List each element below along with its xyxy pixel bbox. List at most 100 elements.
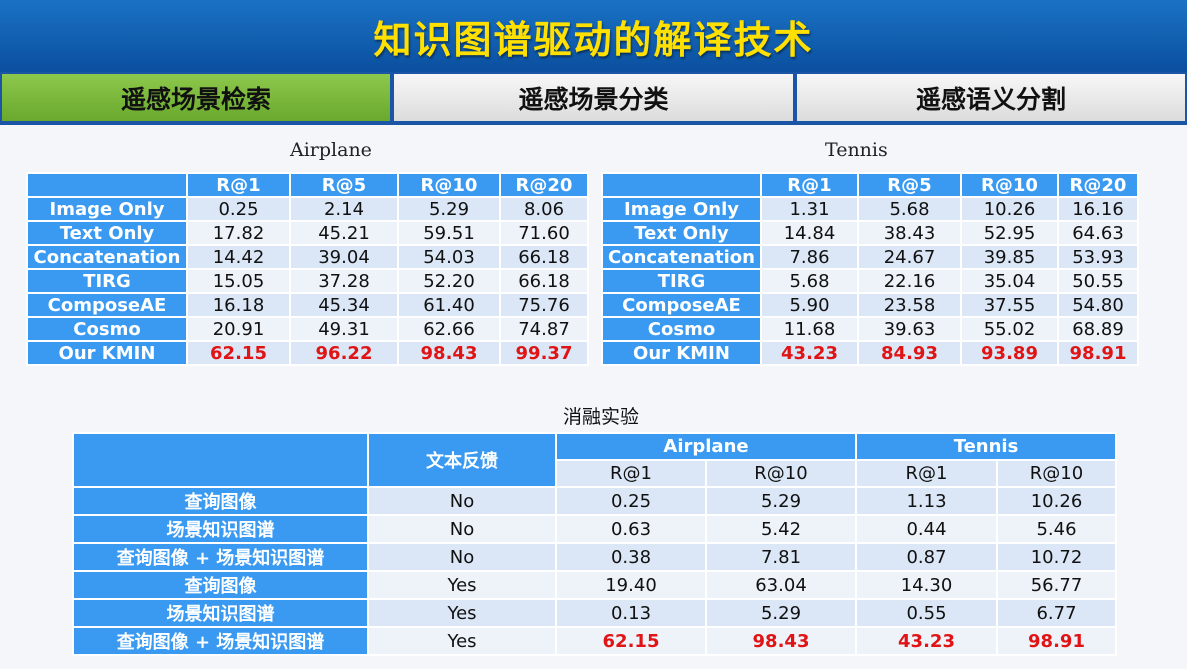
feedback-cell: No [369,544,555,570]
table-row: Our KMIN 43.23 84.93 93.89 98.91 [603,342,1137,364]
setting-label: 查询图像 + 场景知识图谱 [74,628,367,654]
value-cell: 61.40 [399,294,499,316]
value-cell: 1.31 [762,198,857,220]
tennis-results-table: R@1 R@5 R@10 R@20 Image Only 1.31 5.68 10.26 16.… [601,172,1139,366]
value-cell: 38.43 [859,222,960,244]
column-header: R@1 [188,174,289,196]
value-cell: 23.58 [859,294,960,316]
corner-cell [28,174,186,196]
value-cell: 0.25 [188,198,289,220]
value-cell: 5.29 [707,600,855,626]
value-cell: 62.66 [399,318,499,340]
value-cell: 14.84 [762,222,857,244]
sub-header: R@10 [998,461,1115,486]
value-cell: 5.46 [998,516,1115,542]
value-cell: 6.77 [998,600,1115,626]
method-label: TIRG [603,270,760,292]
value-cell: 54.80 [1059,294,1137,316]
value-cell: 52.95 [962,222,1057,244]
table-row: Image Only 1.31 5.68 10.26 16.16 [603,198,1137,220]
value-cell: 49.31 [291,318,397,340]
group-header-tennis: Tennis [857,434,1115,459]
value-cell: 66.18 [501,246,587,268]
value-cell: 39.63 [859,318,960,340]
value-cell: 39.85 [962,246,1057,268]
feedback-header: 文本反馈 [369,434,555,486]
value-cell: 10.26 [962,198,1057,220]
group-header-airplane: Airplane [557,434,855,459]
method-label: TIRG [28,270,186,292]
value-cell: 22.16 [859,270,960,292]
tab-bar: 遥感场景检索 遥感场景分类 遥感语义分割 [0,72,1187,125]
value-cell: 39.04 [291,246,397,268]
table-row: TIRG 15.05 37.28 52.20 66.18 [28,270,587,292]
setting-label: 场景知识图谱 [74,600,367,626]
value-cell: 63.04 [707,572,855,598]
method-label: Image Only [28,198,186,220]
value-cell: 84.93 [859,342,960,364]
column-header: R@5 [291,174,397,196]
value-cell: 5.42 [707,516,855,542]
value-cell: 20.91 [188,318,289,340]
value-cell: 71.60 [501,222,587,244]
value-cell: 96.22 [291,342,397,364]
feedback-cell: Yes [369,628,555,654]
value-cell: 0.13 [557,600,705,626]
value-cell: 5.29 [399,198,499,220]
ablation-table: 文本反馈 Airplane Tennis R@1 R@10 R@1 R@10 查… [72,432,1117,656]
title-bar: 知识图谱驱动的解译技术 [0,0,1187,72]
value-cell: 50.55 [1059,270,1137,292]
value-cell: 19.40 [557,572,705,598]
table-row: ComposeAE 5.90 23.58 37.55 54.80 [603,294,1137,316]
table-row: 场景知识图谱 Yes 0.13 5.29 0.55 6.77 [74,600,1115,626]
method-label: Concatenation [28,246,186,268]
table-row: ComposeAE 16.18 45.34 61.40 75.76 [28,294,587,316]
value-cell: 98.91 [998,628,1115,654]
column-header: R@10 [962,174,1057,196]
value-cell: 7.86 [762,246,857,268]
value-cell: 0.38 [557,544,705,570]
method-label: Cosmo [603,318,760,340]
value-cell: 56.77 [998,572,1115,598]
column-header: R@20 [1059,174,1137,196]
table-row: 场景知识图谱 No 0.63 5.42 0.44 5.46 [74,516,1115,542]
value-cell: 68.89 [1059,318,1137,340]
value-cell: 5.68 [762,270,857,292]
value-cell: 0.55 [857,600,996,626]
value-cell: 45.34 [291,294,397,316]
tab-scene-retrieval[interactable]: 遥感场景检索 [0,72,392,123]
value-cell: 14.42 [188,246,289,268]
value-cell: 74.87 [501,318,587,340]
page-title: 知识图谱驱动的解译技术 [373,17,814,62]
value-cell: 59.51 [399,222,499,244]
feedback-cell: Yes [369,600,555,626]
value-cell: 16.16 [1059,198,1137,220]
airplane-caption: Airplane [290,139,372,161]
setting-label: 查询图像 [74,488,367,514]
value-cell: 55.02 [962,318,1057,340]
column-header: R@5 [859,174,960,196]
table-row: Our KMIN 62.15 96.22 98.43 99.37 [28,342,587,364]
sub-header: R@10 [707,461,855,486]
value-cell: 0.63 [557,516,705,542]
value-cell: 5.68 [859,198,960,220]
table-row: Cosmo 11.68 39.63 55.02 68.89 [603,318,1137,340]
value-cell: 14.30 [857,572,996,598]
value-cell: 17.82 [188,222,289,244]
value-cell: 93.89 [962,342,1057,364]
value-cell: 15.05 [188,270,289,292]
value-cell: 62.15 [188,342,289,364]
table-row: Concatenation 14.42 39.04 54.03 66.18 [28,246,587,268]
value-cell: 1.13 [857,488,996,514]
method-label: Our KMIN [603,342,760,364]
value-cell: 0.44 [857,516,996,542]
table-row: 查询图像 + 场景知识图谱 Yes 62.15 98.43 43.23 98.91 [74,628,1115,654]
value-cell: 54.03 [399,246,499,268]
table-row: Text Only 14.84 38.43 52.95 64.63 [603,222,1137,244]
setting-label: 场景知识图谱 [74,516,367,542]
column-header: R@1 [762,174,857,196]
tab-scene-classification[interactable]: 遥感场景分类 [392,72,795,123]
value-cell: 98.43 [707,628,855,654]
tab-semantic-segmentation[interactable]: 遥感语义分割 [795,72,1187,123]
airplane-results-table: R@1 R@5 R@10 R@20 Image Only 0.25 2.14 5.29 8.06… [26,172,589,366]
